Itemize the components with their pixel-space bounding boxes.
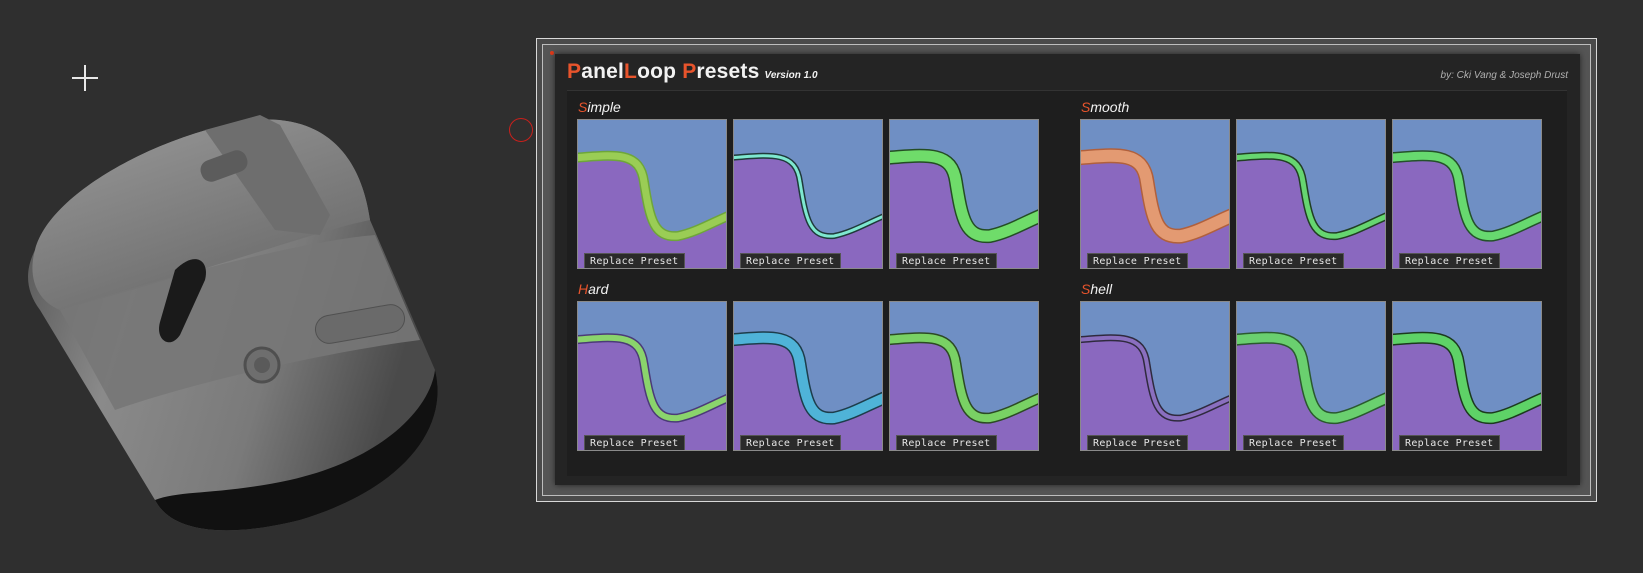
replace-preset-button[interactable]: Replace Preset <box>1399 435 1500 450</box>
preset-preview-image <box>578 120 726 268</box>
section-label-hard: Hard <box>577 281 1047 299</box>
preset-preview-image <box>1393 120 1541 268</box>
replace-preset-button[interactable]: Replace Preset <box>584 253 685 268</box>
title-text: anel <box>581 60 625 83</box>
window-frame: PanelLoop Presets Version 1.0 by: Cki Va… <box>542 44 1591 496</box>
title-accent-letter: P <box>567 60 582 83</box>
title-text: resets <box>696 60 760 83</box>
replace-preset-button[interactable]: Replace Preset <box>1399 253 1500 268</box>
replace-preset-button[interactable]: Replace Preset <box>740 435 841 450</box>
replace-preset-button[interactable]: Replace Preset <box>1243 435 1344 450</box>
3d-model-helmet[interactable] <box>20 110 470 550</box>
panelloop-presets-window: PanelLoop Presets Version 1.0 by: Cki Va… <box>536 38 1597 502</box>
panel-title: PanelLoop Presets <box>567 60 760 84</box>
preset-thumbnail-hard-2[interactable]: Replace Preset <box>733 301 883 451</box>
presets-content: Simple Replace Preset Replace Preset Replac… <box>567 90 1567 476</box>
preset-thumbnail-simple-1[interactable]: Replace Preset <box>577 119 727 269</box>
preset-preview-image <box>1393 302 1541 450</box>
replace-preset-button[interactable]: Replace Preset <box>740 253 841 268</box>
section-label-simple: Simple <box>577 99 1047 117</box>
section-label-initial: S <box>578 99 588 115</box>
presets-panel: PanelLoop Presets Version 1.0 by: Cki Va… <box>555 54 1580 485</box>
brush-cursor-icon <box>509 118 533 142</box>
preset-thumbnail-simple-2[interactable]: Replace Preset <box>733 119 883 269</box>
section-hard: Hard Replace Preset Replace Preset Replace … <box>577 281 1047 451</box>
replace-preset-button[interactable]: Replace Preset <box>584 435 685 450</box>
preset-preview-image <box>1237 302 1385 450</box>
replace-preset-button[interactable]: Replace Preset <box>1087 253 1188 268</box>
replace-preset-button[interactable]: Replace Preset <box>896 435 997 450</box>
title-accent-letter: P <box>682 60 697 83</box>
replace-preset-button[interactable]: Replace Preset <box>896 253 997 268</box>
preset-preview-image <box>1081 120 1229 268</box>
section-label-shell: Shell <box>1080 281 1550 299</box>
title-text: oop <box>637 60 683 83</box>
preset-thumbnail-hard-1[interactable]: Replace Preset <box>577 301 727 451</box>
preset-thumbnail-shell-2[interactable]: Replace Preset <box>1236 301 1386 451</box>
section-shell: Shell Replace Preset Replace Preset Replace… <box>1080 281 1550 451</box>
zbrush-viewport[interactable] <box>0 0 530 573</box>
replace-preset-button[interactable]: Replace Preset <box>1243 253 1344 268</box>
panel-author: by: Cki Vang & Joseph Drust <box>1440 70 1568 81</box>
replace-preset-button[interactable]: Replace Preset <box>1087 435 1188 450</box>
title-accent-letter: L <box>624 60 638 83</box>
preset-preview-image <box>890 302 1038 450</box>
section-label-initial: H <box>578 281 589 297</box>
preset-preview-image <box>890 120 1038 268</box>
preset-thumbnail-simple-3[interactable]: Replace Preset <box>889 119 1039 269</box>
preset-preview-image <box>1237 120 1385 268</box>
preset-thumbnail-hard-3[interactable]: Replace Preset <box>889 301 1039 451</box>
preset-thumbnail-smooth-3[interactable]: Replace Preset <box>1392 119 1542 269</box>
panel-version: Version 1.0 <box>764 70 818 81</box>
preset-thumbnail-shell-3[interactable]: Replace Preset <box>1392 301 1542 451</box>
section-label-rest: mooth <box>1090 99 1130 115</box>
preset-preview-image <box>1081 302 1229 450</box>
section-label-rest: ard <box>588 281 609 297</box>
panel-title-row: PanelLoop Presets Version 1.0 <box>567 60 818 88</box>
section-label-rest: imple <box>587 99 621 115</box>
section-label-smooth: Smooth <box>1080 99 1550 117</box>
window-corner-marker <box>550 51 554 55</box>
crosshair-cursor-icon <box>72 65 98 91</box>
preset-thumbnail-smooth-1[interactable]: Replace Preset <box>1080 119 1230 269</box>
section-simple: Simple Replace Preset Replace Preset Replac… <box>577 99 1047 269</box>
preset-thumbnail-smooth-2[interactable]: Replace Preset <box>1236 119 1386 269</box>
section-label-initial: S <box>1081 99 1091 115</box>
preset-preview-image <box>734 302 882 450</box>
preset-preview-image <box>734 120 882 268</box>
section-label-rest: hell <box>1090 281 1113 297</box>
preset-thumbnail-shell-1[interactable]: Replace Preset <box>1080 301 1230 451</box>
preset-preview-image <box>578 302 726 450</box>
section-smooth: Smooth Replace Preset Replace Preset Replac… <box>1080 99 1550 269</box>
section-label-initial: S <box>1081 281 1091 297</box>
